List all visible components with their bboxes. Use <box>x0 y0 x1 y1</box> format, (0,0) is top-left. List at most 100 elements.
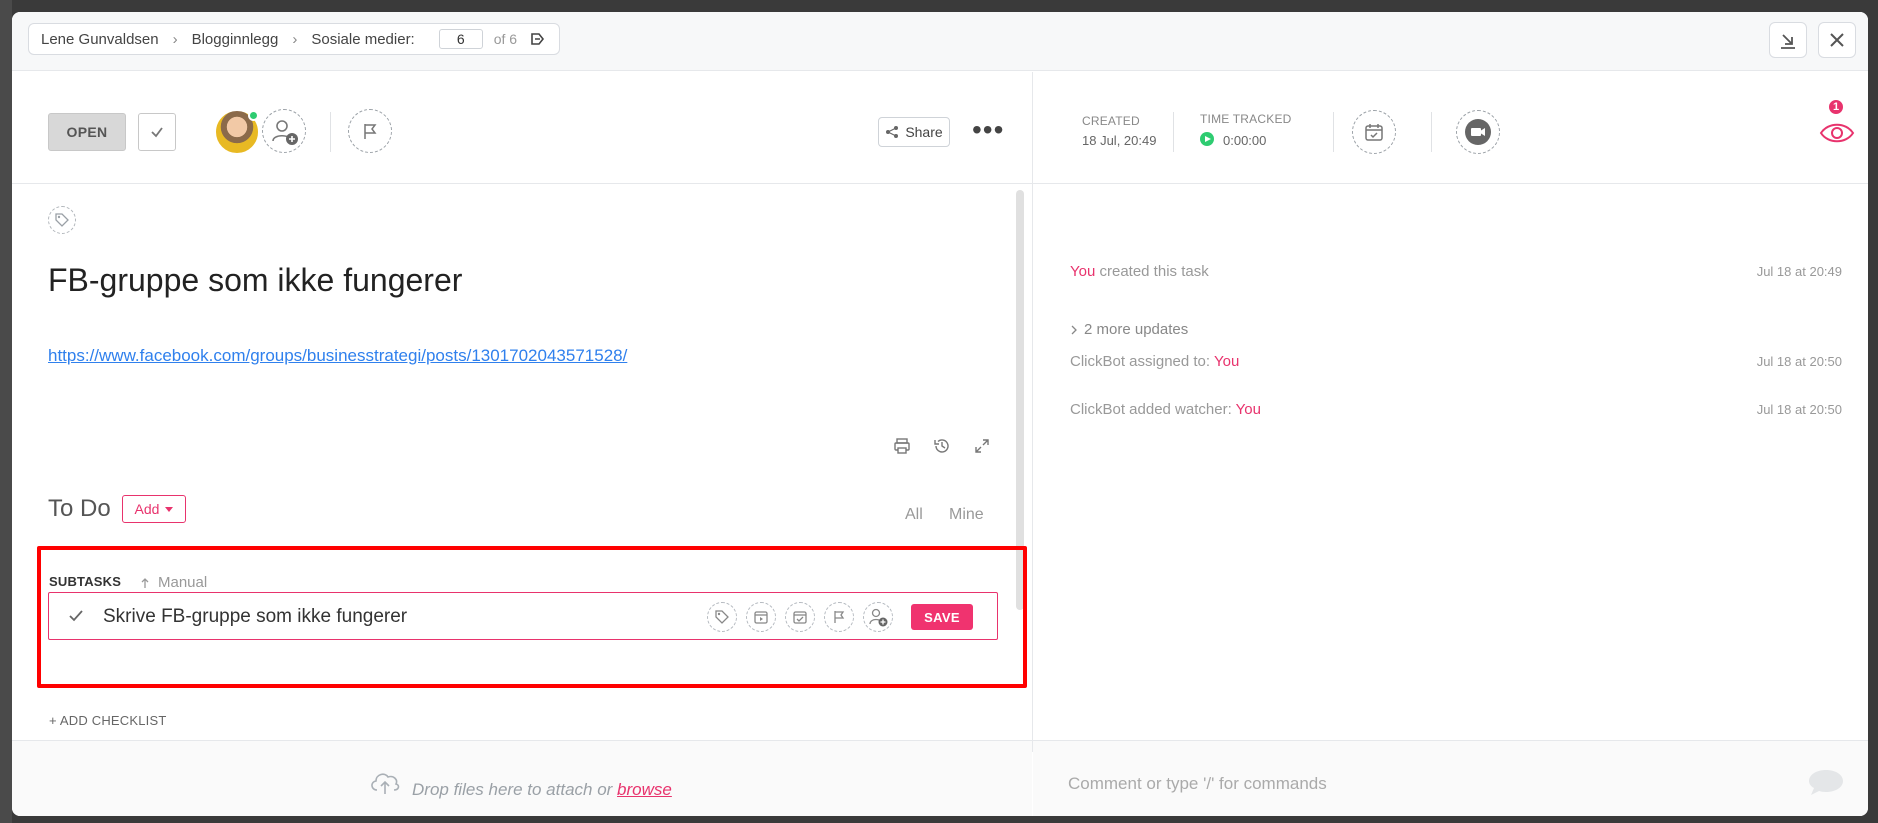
add-dropdown-button[interactable]: Add <box>122 495 186 523</box>
more-updates-label: 2 more updates <box>1084 321 1189 338</box>
calendar-check-icon <box>793 611 807 624</box>
history-icon[interactable] <box>932 436 952 456</box>
activity-text: ClickBot added watcher: <box>1070 401 1236 418</box>
eye-icon <box>1819 123 1855 143</box>
page-total: of 6 <box>493 31 518 47</box>
task-header-right: CREATED 18 Jul, 20:49 TIME TRACKED 0:00:… <box>1033 72 1868 184</box>
watchers-count-badge: 1 <box>1827 98 1845 116</box>
breadcrumb-item-folder[interactable]: Blogginnlegg <box>192 31 279 48</box>
activity-user-link[interactable]: You <box>1214 353 1239 370</box>
time-tracked-value[interactable]: 0:00:00 <box>1223 133 1266 148</box>
flag-icon <box>364 124 377 139</box>
priority-button[interactable] <box>348 109 392 153</box>
sort-manual-button[interactable]: Manual <box>140 574 207 591</box>
activity-text: created this task <box>1095 263 1209 280</box>
more-options-button[interactable]: ••• <box>972 116 1004 144</box>
share-label: Share <box>905 124 943 140</box>
task-header-left: OPEN Share ••• <box>12 72 1032 184</box>
filter-all-tab[interactable]: All <box>905 506 923 524</box>
drop-text-label: Drop files here to attach or <box>412 780 618 799</box>
created-label: CREATED <box>1082 114 1140 128</box>
arrow-down-right-icon <box>1781 34 1795 49</box>
add-tag-button[interactable] <box>48 206 76 234</box>
activity-watcher: ClickBot added watcher: You <box>1070 401 1261 418</box>
add-user-icon <box>869 608 888 627</box>
close-button[interactable] <box>1818 22 1856 58</box>
checkmark-icon <box>151 127 163 138</box>
close-icon <box>1830 33 1844 47</box>
activity-user-link[interactable]: You <box>1070 263 1095 280</box>
panel-divider <box>1032 72 1033 752</box>
breadcrumb: Lene Gunvaldsen › Blogginnlegg › Sosiale… <box>28 23 561 55</box>
more-updates-toggle[interactable]: 2 more updates <box>1070 321 1188 338</box>
tag-icon <box>715 610 729 624</box>
drop-files-text: Drop files here to attach or browse <box>412 780 672 800</box>
browse-link[interactable]: browse <box>617 780 672 799</box>
comment-bubble-icon[interactable] <box>1806 766 1846 798</box>
activity-time: Jul 18 at 20:49 <box>1756 264 1842 279</box>
flag-icon <box>834 611 845 623</box>
subtask-start-date-button[interactable] <box>746 602 776 632</box>
filter-mine-tab[interactable]: Mine <box>949 506 984 524</box>
play-icon[interactable] <box>1200 132 1214 146</box>
add-label: Add <box>134 501 160 517</box>
page-number-input[interactable]: 6 <box>438 29 483 49</box>
chevron-right-icon: › <box>292 30 298 48</box>
todo-section-title: To Do <box>48 495 111 522</box>
breadcrumb-item-user[interactable]: Lene Gunvaldsen <box>41 31 159 48</box>
activity-user-link[interactable]: You <box>1236 401 1261 418</box>
print-icon[interactable] <box>892 436 912 456</box>
subtask-name-input[interactable]: Skrive FB-gruppe som ikke fungerer <box>103 606 407 628</box>
modal-topbar: Lene Gunvaldsen › Blogginnlegg › Sosiale… <box>12 12 1868 71</box>
activity-created: You created this task <box>1070 263 1209 280</box>
divider <box>1431 112 1432 152</box>
video-camera-icon <box>1465 119 1491 145</box>
activity-time: Jul 18 at 20:50 <box>1756 354 1842 369</box>
subtask-assignee-button[interactable] <box>863 602 893 632</box>
add-user-icon <box>272 120 298 145</box>
video-record-button[interactable] <box>1456 110 1500 154</box>
divider <box>330 112 331 152</box>
open-list-icon[interactable] <box>529 30 547 48</box>
subtask-due-date-button[interactable] <box>785 602 815 632</box>
comment-input[interactable] <box>1068 769 1768 799</box>
sort-label: Manual <box>158 574 208 591</box>
divider <box>1173 112 1174 152</box>
save-subtask-button[interactable]: SAVE <box>911 604 973 630</box>
due-date-button[interactable] <box>1352 110 1396 154</box>
expand-icon[interactable] <box>972 436 992 456</box>
watchers-button[interactable] <box>1819 120 1855 146</box>
activity-time: Jul 18 at 20:50 <box>1756 402 1842 417</box>
arrow-up-icon <box>141 577 149 588</box>
calendar-check-icon <box>1365 124 1383 141</box>
task-modal: Lene Gunvaldsen › Blogginnlegg › Sosiale… <box>12 12 1868 816</box>
checkmark-icon <box>67 607 85 625</box>
chevron-right-icon: › <box>172 30 178 48</box>
share-icon <box>886 126 899 138</box>
subtask-priority-button[interactable] <box>824 602 854 632</box>
task-description-link[interactable]: https://www.facebook.com/groups/business… <box>48 346 627 366</box>
new-subtask-row: Skrive FB-gruppe som ikke fungerer SAVE <box>48 592 998 640</box>
backdrop <box>0 0 12 823</box>
complete-button[interactable] <box>138 113 176 151</box>
online-indicator <box>248 110 259 121</box>
breadcrumb-item-list[interactable]: Sosiale medier: <box>311 31 414 48</box>
share-button[interactable]: Share <box>878 117 950 147</box>
tag-icon <box>55 213 69 227</box>
attachment-dropzone[interactable] <box>12 740 1032 816</box>
status-button[interactable]: OPEN <box>48 113 126 151</box>
minimize-button[interactable] <box>1769 22 1807 58</box>
add-checklist-button[interactable]: + ADD CHECKLIST <box>49 713 167 728</box>
subtask-tag-button[interactable] <box>707 602 737 632</box>
cloud-upload-icon <box>368 768 402 796</box>
add-assignee-button[interactable] <box>262 109 306 153</box>
activity-assigned: ClickBot assigned to: You <box>1070 353 1239 370</box>
created-value: 18 Jul, 20:49 <box>1082 133 1157 148</box>
subtasks-label: SUBTASKS <box>49 574 122 589</box>
calendar-start-icon <box>754 611 768 624</box>
chevron-right-icon <box>1071 325 1077 334</box>
caret-down-icon <box>165 506 174 512</box>
time-tracked-label: TIME TRACKED <box>1200 112 1292 126</box>
task-title[interactable]: FB-gruppe som ikke fungerer <box>48 262 462 299</box>
activity-text: ClickBot assigned to: <box>1070 353 1214 370</box>
